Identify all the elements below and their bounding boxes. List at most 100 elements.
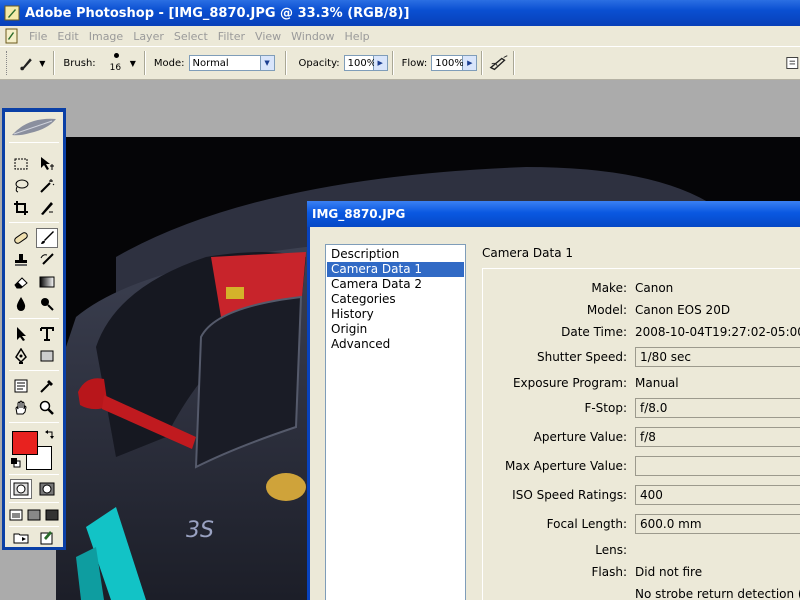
palette-well-icon[interactable]	[785, 55, 800, 71]
brush-picker[interactable]: 16	[106, 49, 126, 77]
type-tool[interactable]	[36, 324, 58, 344]
iso-field[interactable]: 400	[635, 485, 800, 505]
move-icon	[41, 157, 54, 170]
crop-tool[interactable]	[10, 198, 32, 218]
menu-file[interactable]: File	[25, 30, 53, 43]
flow-input[interactable]: 100%	[431, 55, 464, 71]
history-brush-tool[interactable]	[36, 250, 58, 270]
healing-brush-tool[interactable]	[10, 228, 32, 248]
dodge-tool[interactable]	[36, 294, 58, 314]
path-selection-tool[interactable]	[10, 324, 32, 344]
menu-layer[interactable]: Layer	[129, 30, 170, 43]
slice-tool[interactable]	[36, 198, 58, 218]
menu-image[interactable]: Image	[85, 30, 129, 43]
brush-tip-icon	[113, 53, 119, 58]
category-origin[interactable]: Origin	[327, 322, 464, 337]
opacity-slider-arrow-icon[interactable]: ▶	[373, 55, 388, 71]
separator	[9, 142, 59, 143]
foreground-color-swatch[interactable]	[12, 431, 38, 455]
separator	[9, 318, 59, 319]
f-stop-field[interactable]: f/8.0	[635, 398, 800, 418]
menu-window[interactable]: Window	[287, 30, 340, 43]
file-browser-icon	[13, 533, 29, 544]
notes-tool[interactable]	[10, 376, 32, 396]
make-value: Canon	[635, 281, 674, 295]
gradient-tool[interactable]	[36, 272, 58, 292]
options-bar-grip[interactable]	[6, 51, 9, 75]
hand-tool[interactable]	[10, 398, 32, 418]
default-colors-icon[interactable]	[11, 458, 21, 468]
category-camera-data-1[interactable]: Camera Data 1	[327, 262, 464, 277]
imageready-icon	[40, 531, 53, 545]
menu-edit[interactable]: Edit	[53, 30, 84, 43]
path-selection-icon	[17, 327, 26, 341]
mode-dropdown-icon[interactable]: ▼	[260, 55, 275, 71]
tool-preset-dropdown[interactable]: ▼	[39, 59, 45, 68]
aperture-value-field[interactable]: f/8	[635, 427, 800, 447]
category-camera-data-2[interactable]: Camera Data 2	[327, 277, 464, 292]
zoom-tool[interactable]	[36, 398, 58, 418]
document-menu-icon[interactable]	[3, 28, 21, 44]
flash-label: Flash:	[591, 565, 628, 579]
shutter-speed-field[interactable]: 1/80 sec	[635, 347, 800, 367]
max-aperture-field[interactable]	[635, 456, 800, 476]
make-row: Make: Canon	[483, 278, 800, 298]
quick-mask-button[interactable]	[36, 479, 58, 499]
dialog-title-bar[interactable]: IMG_8870.JPG	[307, 201, 800, 227]
eyedropper-tool[interactable]	[36, 376, 58, 396]
opacity-input[interactable]: 100%	[343, 55, 376, 71]
brush-label: Brush:	[63, 57, 96, 69]
eraser-tool[interactable]	[10, 272, 32, 292]
clone-stamp-tool[interactable]	[10, 250, 32, 270]
flash-detail-row: No strobe return detection (0	[483, 584, 800, 600]
category-history[interactable]: History	[327, 307, 464, 322]
iso-row: ISO Speed Ratings: 400	[483, 485, 800, 505]
flow-control[interactable]: 100% ▶	[431, 55, 478, 71]
standard-mode-icon	[13, 482, 29, 496]
healing-brush-icon	[14, 232, 28, 244]
aperture-value-row: Aperture Value: f/8	[483, 427, 800, 447]
menu-view[interactable]: View	[251, 30, 287, 43]
menu-select[interactable]: Select	[170, 30, 214, 43]
eraser-icon	[14, 277, 28, 289]
lasso-tool[interactable]	[10, 176, 32, 196]
title-bar: Adobe Photoshop - [IMG_8870.JPG @ 33.3% …	[0, 0, 800, 26]
section-title: Camera Data 1	[482, 246, 574, 260]
options-bar: ▼ Brush: 16 ▼ Mode: Normal ▼ Opacity: 10…	[0, 46, 800, 80]
mode-select[interactable]: Normal ▼	[188, 55, 275, 71]
shutter-speed-label: Shutter Speed:	[536, 350, 627, 364]
screen-mode-full-button[interactable]	[44, 505, 60, 525]
jump-to-imageready-button[interactable]	[36, 527, 58, 547]
shape-tool[interactable]	[36, 346, 58, 366]
magic-wand-icon	[40, 179, 55, 193]
file-browser-button[interactable]	[10, 527, 32, 547]
brush-tool[interactable]	[36, 228, 58, 248]
category-description[interactable]: Description	[327, 247, 464, 262]
marquee-tool[interactable]	[10, 154, 32, 174]
screen-mode-standard-button[interactable]	[8, 505, 24, 525]
quick-mask-icon	[39, 482, 55, 496]
tool-preset-brush-icon[interactable]	[19, 54, 35, 72]
focal-length-row: Focal Length: 600.0 mm	[483, 514, 800, 534]
focal-length-field[interactable]: 600.0 mm	[635, 514, 800, 534]
category-categories[interactable]: Categories	[327, 292, 464, 307]
category-advanced[interactable]: Advanced	[327, 337, 464, 352]
standard-mode-button[interactable]	[10, 479, 32, 499]
pen-icon	[15, 348, 27, 364]
model-row: Model: Canon EOS 20D	[483, 300, 800, 320]
flow-slider-arrow-icon[interactable]: ▶	[463, 55, 478, 71]
opacity-control[interactable]: 100% ▶	[343, 55, 388, 71]
pen-tool[interactable]	[10, 346, 32, 366]
screen-mode-full-menu-button[interactable]	[26, 505, 42, 525]
move-tool[interactable]	[36, 154, 58, 174]
swap-colors-icon[interactable]	[45, 430, 55, 440]
file-info-dialog: IMG_8870.JPG Description Camera Data 1 C…	[307, 201, 800, 600]
brush-dropdown[interactable]: ▼	[130, 59, 136, 68]
toolbox-header[interactable]	[5, 112, 63, 142]
airbrush-icon[interactable]	[489, 54, 509, 72]
menu-filter[interactable]: Filter	[214, 30, 251, 43]
menu-help[interactable]: Help	[341, 30, 376, 43]
blur-tool[interactable]	[10, 294, 32, 314]
magic-wand-tool[interactable]	[36, 176, 58, 196]
menu-bar: File Edit Image Layer Select Filter View…	[0, 26, 800, 46]
